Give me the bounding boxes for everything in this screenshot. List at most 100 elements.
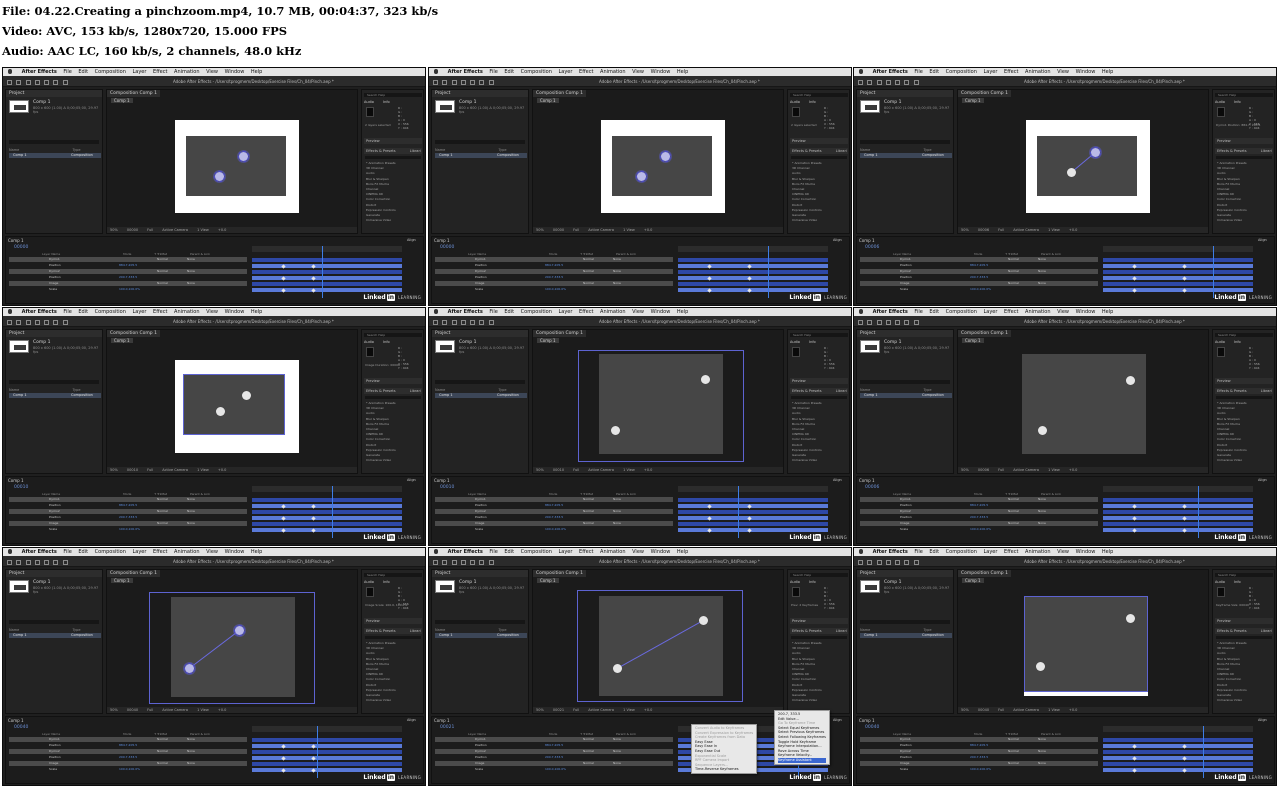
effects-presets-label[interactable]: Effects & Presets (792, 149, 822, 153)
selection-tool-icon[interactable] (867, 319, 873, 325)
timeline-layer-row[interactable]: Dymo2 Normal None (435, 749, 673, 754)
timeline-layer-row[interactable]: Image Normal None (9, 281, 247, 286)
text-tool-icon[interactable] (62, 319, 68, 325)
text-tool-icon[interactable] (913, 559, 919, 565)
menu-effect[interactable]: Effect (153, 549, 167, 555)
exposure-value[interactable]: +0.0 (644, 708, 653, 712)
project-column-type[interactable]: Type (498, 388, 506, 392)
tab-audio[interactable]: Audio (1215, 100, 1225, 104)
composition-viewer[interactable]: Composition Comp 1 Comp 1 50% 00040 Full… (957, 569, 1209, 714)
composition-tab[interactable]: Composition Comp 1 (107, 330, 160, 337)
timeline-current-time[interactable]: 00006 (865, 485, 879, 490)
menu-edit[interactable]: Edit (78, 549, 88, 555)
context-menu-item[interactable]: Keyframe Assistant (778, 757, 826, 763)
effects-item[interactable]: Immersive Video (366, 218, 396, 223)
menu-edit[interactable]: Edit (78, 69, 88, 75)
timeline-layer-row[interactable]: Dymo2 Normal None (435, 509, 673, 514)
hand-tool-icon[interactable] (25, 79, 31, 85)
menu-app[interactable]: After Effects (22, 549, 57, 555)
project-tab[interactable]: Project (857, 330, 953, 337)
menu-effect[interactable]: Effect (1004, 69, 1018, 75)
menu-effect[interactable]: Effect (579, 549, 593, 555)
tab-audio[interactable]: Audio (1215, 340, 1225, 344)
timeline-panel[interactable]: Comp 1 00010 Layer Name Mode T TrkMat Pa… (5, 476, 424, 544)
context-menu-item[interactable]: Select Following Keyframes (778, 735, 826, 740)
timeline-current-time[interactable]: 00010 (440, 485, 454, 490)
menu-view[interactable]: View (632, 309, 644, 315)
timeline-col-layer-name[interactable]: Layer Name (893, 732, 911, 736)
menu-view[interactable]: View (206, 69, 218, 75)
timeline-layer-row[interactable]: Position 200.7,333.5 (860, 755, 1098, 760)
zoom-tool-icon[interactable] (460, 559, 466, 565)
menu-composition[interactable]: Composition (946, 549, 977, 555)
effects-panel-tab[interactable]: Effects & Presets Librari (364, 628, 422, 634)
help-search-input[interactable]: Search Help (1215, 93, 1273, 97)
text-tool-icon[interactable] (488, 319, 494, 325)
menu-composition[interactable]: Composition (95, 309, 126, 315)
effects-panel-tab[interactable]: Effects & Presets Librari (1215, 388, 1273, 394)
menu-app[interactable]: After Effects (448, 69, 483, 75)
timeline-layer-row[interactable]: Position 884.7,205.5 (435, 743, 673, 748)
zoom-tool-icon[interactable] (885, 79, 891, 85)
menu-file[interactable]: File (63, 69, 71, 75)
timeline-current-time[interactable]: 00040 (865, 725, 879, 730)
menu-window[interactable]: Window (225, 309, 245, 315)
tab-info[interactable]: Info (383, 340, 390, 344)
timeline-col-parent[interactable]: Parent & Link (616, 492, 636, 496)
timeline-layer-row[interactable]: Position 884.7,205.5 (9, 263, 247, 268)
timeline-panel[interactable]: Comp 1 00006 Layer Name Mode T TrkMat Pa… (856, 236, 1275, 304)
menu-layer[interactable]: Layer (133, 69, 147, 75)
hand-tool-icon[interactable] (451, 79, 457, 85)
preview-panel-tab[interactable]: Preview (1215, 378, 1273, 384)
libraries-tab[interactable]: Librari (1261, 389, 1272, 393)
menu-help[interactable]: Help (251, 309, 262, 315)
video-thumbnail-6[interactable]: After Effects File Edit Composition Laye… (853, 307, 1277, 546)
tab-info[interactable]: Info (1234, 580, 1241, 584)
timeline-current-time[interactable]: 00000 (440, 245, 454, 250)
composition-viewer[interactable]: Composition Comp 1 Comp 1 50% 00006 Full… (957, 329, 1209, 474)
effects-search-input[interactable] (365, 636, 421, 639)
zoom-level[interactable]: 50% (110, 468, 118, 472)
viewer-current-time[interactable]: 00000 (127, 228, 138, 232)
view-layout-select[interactable]: 1 View (1048, 468, 1060, 472)
viewer-current-time[interactable]: 00040 (127, 708, 138, 712)
time-ruler[interactable] (1103, 486, 1253, 492)
zoom-level[interactable]: 50% (961, 228, 969, 232)
dymo-layer-1[interactable] (1067, 168, 1076, 177)
menu-file[interactable]: File (914, 549, 922, 555)
rotate-tool-icon[interactable] (895, 559, 901, 565)
menu-effect[interactable]: Effect (1004, 309, 1018, 315)
project-tab[interactable]: Project (6, 330, 102, 337)
project-search-input[interactable] (9, 380, 99, 384)
timeline-layer-row[interactable]: Dymo2 Normal None (9, 509, 247, 514)
menu-layer[interactable]: Layer (133, 309, 147, 315)
resolution-select[interactable]: Full (147, 228, 153, 232)
text-tool-icon[interactable] (913, 79, 919, 85)
menu-composition[interactable]: Composition (946, 69, 977, 75)
menu-edit[interactable]: Edit (504, 549, 514, 555)
project-tab[interactable]: Project (432, 90, 528, 97)
resolution-select[interactable]: Full (147, 468, 153, 472)
timeline-layer-row[interactable]: Position 884.7,205.5 (435, 503, 673, 508)
composition-tab[interactable]: Composition Comp 1 (958, 570, 1011, 577)
menu-layer[interactable]: Layer (559, 69, 573, 75)
menu-animation[interactable]: Animation (174, 69, 200, 75)
menu-view[interactable]: View (206, 309, 218, 315)
tab-audio[interactable]: Audio (790, 340, 800, 344)
tab-info[interactable]: Info (383, 100, 390, 104)
timeline-layer-row[interactable]: Position 884.7,205.5 (860, 503, 1098, 508)
pen-tool-icon[interactable] (904, 559, 910, 565)
timeline-layer-row[interactable]: Image Normal None (860, 521, 1098, 526)
video-thumbnail-2[interactable]: After Effects File Edit Composition Laye… (428, 67, 852, 306)
menu-view[interactable]: View (206, 549, 218, 555)
timeline-col-trkmat[interactable]: T TrkMat (580, 252, 593, 256)
timeline-col-parent[interactable]: Parent & Link (1041, 732, 1061, 736)
rotate-tool-icon[interactable] (470, 559, 476, 565)
project-search-input[interactable] (860, 140, 950, 144)
timeline-layer-row[interactable]: Image Normal None (9, 521, 247, 526)
effects-panel-tab[interactable]: Effects & Presets Librari (364, 388, 422, 394)
menu-app[interactable]: After Effects (22, 309, 57, 315)
zoom-tool-icon[interactable] (34, 79, 40, 85)
tab-audio[interactable]: Audio (364, 580, 374, 584)
comp-breadcrumb[interactable]: Comp 1 (111, 338, 133, 343)
